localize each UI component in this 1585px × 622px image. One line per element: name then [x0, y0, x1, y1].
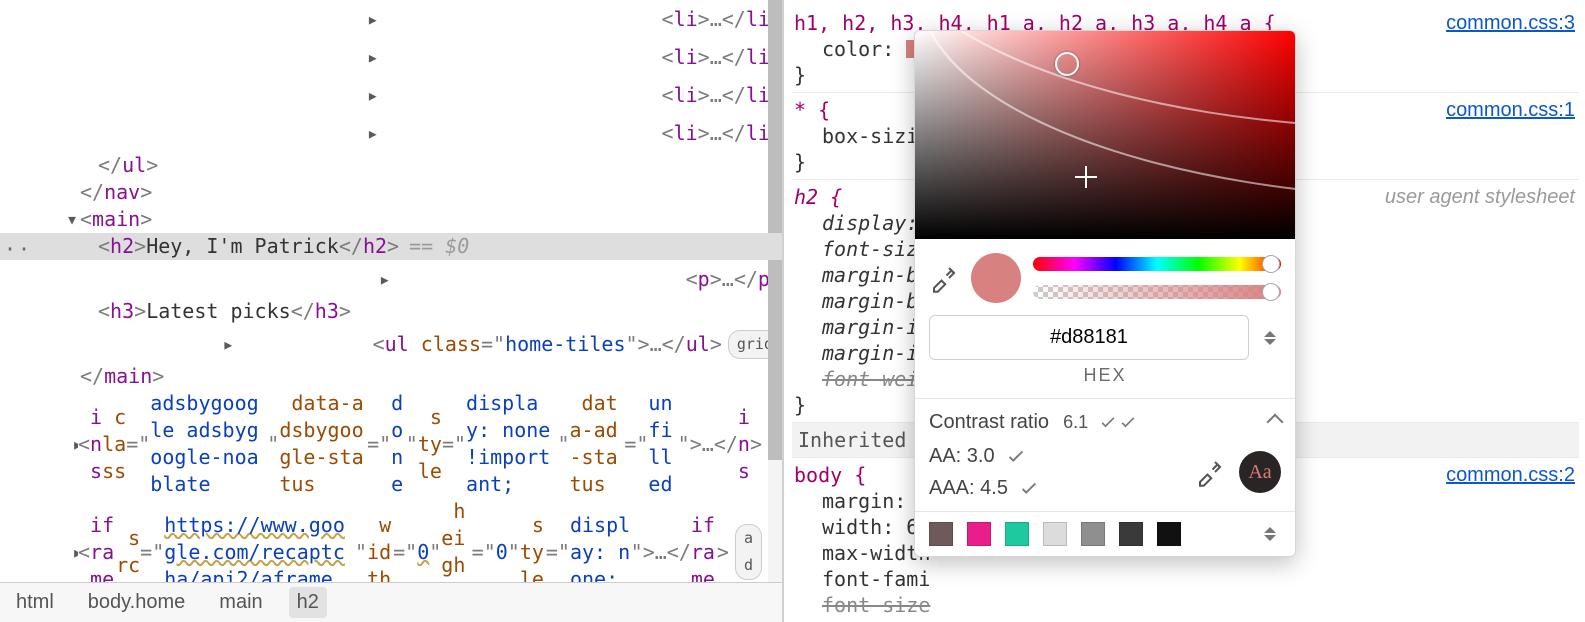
expand-caret-icon[interactable]	[64, 206, 80, 233]
breadcrumb-item[interactable]: body.home	[80, 587, 193, 618]
ad-badge[interactable]: ad	[735, 524, 762, 580]
aa-standard-label: AA: 3.0	[929, 443, 995, 469]
css-selector[interactable]: body {	[794, 463, 866, 487]
hue-slider[interactable]	[1033, 257, 1281, 271]
css-property[interactable]: font-size	[794, 592, 1577, 618]
expand-caret-icon[interactable]	[82, 76, 662, 114]
color-format-label: HEX	[915, 362, 1295, 398]
dom-node-main-open[interactable]: <main>	[0, 206, 782, 233]
check-icon	[1005, 445, 1027, 467]
palette-swatch[interactable]	[1043, 522, 1067, 546]
chevron-down-icon[interactable]	[1264, 339, 1276, 345]
expand-caret-icon[interactable]	[82, 260, 686, 298]
console-ref-badge: == $0	[409, 233, 469, 260]
css-property[interactable]: font-fami	[794, 566, 1577, 592]
dom-node-li[interactable]: <li>…</li>	[0, 0, 782, 38]
source-link[interactable]: common.css:3	[1446, 10, 1575, 36]
contrast-curve-icon	[914, 30, 1296, 129]
check-icon	[1018, 477, 1040, 499]
contrast-curve-icon	[919, 30, 1296, 199]
dom-node-ul-close[interactable]: </ul>	[0, 152, 782, 179]
ua-stylesheet-label: user agent stylesheet	[1385, 184, 1575, 210]
expand-caret-icon[interactable]	[82, 38, 662, 76]
eyedropper-icon[interactable]	[929, 263, 959, 293]
dom-node-main-close[interactable]: </main>	[0, 363, 782, 390]
dom-node-li[interactable]: <li>…</li>	[0, 38, 782, 76]
contrast-ratio-label: Contrast ratio	[929, 409, 1049, 435]
source-link[interactable]: common.css:2	[1446, 462, 1575, 488]
css-property[interactable]: line-heig	[794, 618, 1577, 622]
sv-selection-handle[interactable]	[1055, 52, 1079, 76]
styles-panel: common.css:3 h1, h2, h3, h4, h1 a, h2 a,…	[784, 0, 1585, 622]
source-link[interactable]: common.css:1	[1446, 97, 1575, 123]
palette-swatch[interactable]	[1119, 522, 1143, 546]
contrast-collapse-toggle[interactable]	[1269, 416, 1281, 428]
chevron-up-icon[interactable]	[1264, 331, 1276, 337]
palette-row	[915, 511, 1295, 556]
eyedropper-icon[interactable]	[1195, 457, 1225, 487]
palette-swatch[interactable]	[1005, 522, 1029, 546]
contrast-check-icons	[1098, 412, 1138, 432]
current-color-swatch[interactable]	[971, 253, 1021, 303]
palette-swatch[interactable]	[929, 522, 953, 546]
palette-swatch[interactable]	[1081, 522, 1105, 546]
contrast-preview-badge: Aa	[1239, 451, 1281, 493]
chevron-up-icon[interactable]	[1264, 527, 1276, 533]
aaa-standard-label: AAA: 4.5	[929, 475, 1008, 501]
breadcrumb: html body.home main h2	[0, 582, 782, 622]
dom-node-nav-close[interactable]: </nav>	[0, 179, 782, 206]
dom-node-li[interactable]: <li>…</li>	[0, 76, 782, 114]
format-stepper[interactable]	[1259, 331, 1281, 345]
dom-node-p[interactable]: <p>…</p>	[0, 260, 782, 298]
dom-node-ins[interactable]: <ins class="adsbygoogle adsbygoogle-noab…	[0, 390, 782, 498]
contrast-ratio-value: 6.1	[1063, 409, 1088, 435]
breadcrumb-item-current[interactable]: h2	[289, 587, 327, 618]
expand-caret-icon[interactable]	[82, 114, 662, 152]
dom-node-h2-selected[interactable]: ·· <h2>Hey, I'm Patrick</h2> == $0	[0, 233, 782, 260]
css-selector[interactable]: * {	[794, 98, 830, 122]
scrollbar-thumb[interactable]	[768, 0, 782, 460]
contrast-target-icon	[1075, 166, 1097, 188]
alpha-slider[interactable]	[1033, 285, 1281, 299]
dom-node-h3[interactable]: <h3>Latest picks</h3>	[0, 298, 782, 325]
alpha-thumb[interactable]	[1262, 283, 1280, 301]
breadcrumb-item[interactable]: html	[8, 587, 62, 618]
palette-swatch[interactable]	[1157, 522, 1181, 546]
chevron-down-icon[interactable]	[1264, 535, 1276, 541]
dom-node-li[interactable]: <li>…</li>	[0, 114, 782, 152]
palette-stepper[interactable]	[1259, 527, 1281, 541]
drag-handle-icon[interactable]: ··	[4, 236, 32, 263]
hex-input[interactable]	[929, 315, 1249, 360]
hue-thumb[interactable]	[1262, 255, 1280, 273]
scrollbar-track[interactable]	[768, 0, 782, 582]
h2-text-content: Hey, I'm Patrick	[146, 233, 339, 260]
expand-caret-icon[interactable]	[82, 0, 662, 38]
expand-caret-icon[interactable]	[82, 325, 373, 363]
breadcrumb-item[interactable]: main	[211, 587, 270, 618]
dom-node-ul-home-tiles[interactable]: <ul class="home-tiles">…</ul> grid	[0, 325, 782, 363]
elements-panel: <li>…</li> <li>…</li> <li>…</li> <li>…</…	[0, 0, 784, 622]
h3-text-content: Latest picks	[146, 298, 291, 325]
color-picker: HEX Contrast ratio 6.1 AA: 3.0	[914, 30, 1296, 557]
dom-node-iframe-recaptcha[interactable]: <iframe src="https://www.google.com/reca…	[0, 498, 782, 582]
css-selector[interactable]: h2 {	[794, 185, 842, 209]
dom-tree: <li>…</li> <li>…</li> <li>…</li> <li>…</…	[0, 0, 782, 582]
saturation-value-field[interactable]	[915, 31, 1295, 239]
expand-caret-icon[interactable]	[64, 533, 78, 571]
palette-swatch[interactable]	[967, 522, 991, 546]
expand-caret-icon[interactable]	[64, 425, 78, 463]
